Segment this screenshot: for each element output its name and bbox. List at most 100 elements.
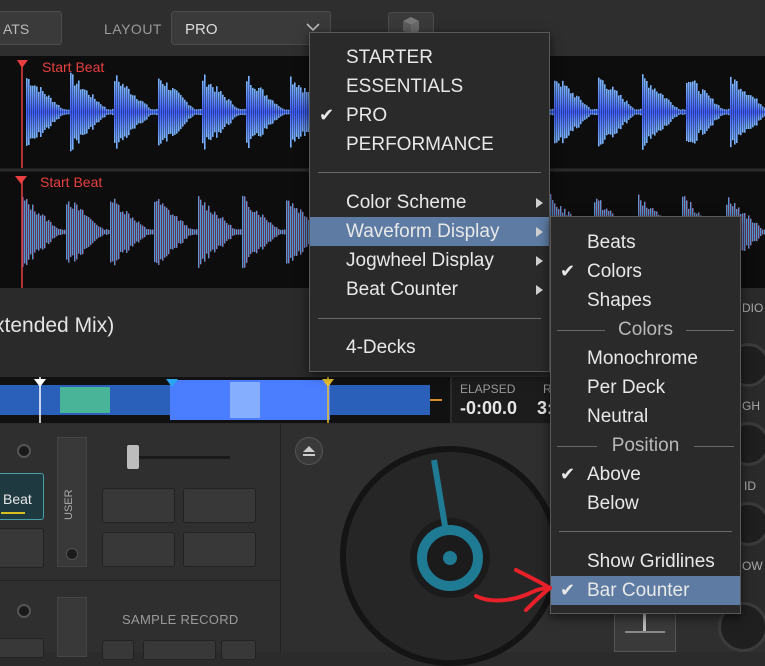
waveform-peak [718,105,720,119]
sample-pad[interactable] [102,532,175,567]
menu-item-essentials[interactable]: ESSENTIALS [310,72,549,101]
waveform-peak [30,85,32,139]
waveform-peak [688,81,690,143]
menu-item-above[interactable]: ✔ Above [551,460,740,489]
waveform-peak [80,209,82,255]
menu-item-colors[interactable]: ✔ Colors [551,257,740,286]
waveform-peak [90,218,92,246]
waveform-peak [236,107,238,117]
beats-button[interactable]: ATS [0,11,62,45]
track-overview[interactable] [0,377,450,423]
waveform-peak [602,80,604,144]
menu-item-below[interactable]: Below [551,489,740,518]
menu-item-starter[interactable]: STARTER [310,43,549,72]
waveform-peak [304,88,306,136]
waveform-peak [70,72,72,152]
slider-handle[interactable] [127,445,139,469]
sample-pad[interactable] [221,640,256,660]
waveform-peak [66,109,68,115]
sampler-tab[interactable] [57,597,87,657]
menu-item-4-decks[interactable]: 4-Decks [310,333,549,362]
start-beat-marker-deck1[interactable]: Start Beat [42,59,104,75]
waveform-peak [278,106,280,118]
led-indicator [17,444,31,458]
waveform-peak [102,106,104,118]
waveform-peak [110,201,112,263]
waveform-peak [138,221,140,243]
waveform-peak [32,85,34,139]
waveform-peak [90,97,92,127]
waveform-peak [700,93,702,131]
waveform-peak [234,228,236,236]
waveform-peak [760,104,762,120]
waveform-peak [600,79,602,145]
waveform-peak [298,85,300,139]
waveform-peak [250,85,252,139]
eject-button[interactable] [295,437,323,465]
waveform-peak [72,208,74,256]
waveform-peak [64,229,66,235]
waveform-peak [154,201,156,263]
menu-item-waveform-display[interactable]: Waveform Display [310,217,549,246]
waveform-peak [282,229,284,235]
menu-item-color-scheme[interactable]: Color Scheme [310,188,549,217]
waveform-peak [242,195,244,269]
sample-pad[interactable] [183,532,256,567]
waveform-peak [30,209,32,255]
checkmark-icon: ✔ [319,105,335,125]
waveform-peak [224,97,226,127]
waveform-peak [554,80,556,144]
menu-item-neutral[interactable]: Neutral [551,402,740,431]
checkmark-icon: ✔ [560,580,576,600]
start-beat-marker-deck2[interactable]: Start Beat [40,174,102,190]
waveform-peak [258,214,260,250]
waveform-peak [222,217,224,247]
menu-item-shapes[interactable]: Shapes [551,286,740,315]
pitch-slider-box[interactable] [614,610,676,652]
sample-pad[interactable] [183,488,256,523]
menu-item-beats[interactable]: Beats [551,228,740,257]
waveform-peak [288,109,290,115]
waveform-peak [162,203,164,261]
waveform-peak [710,98,712,126]
checkmark-icon: ✔ [560,464,576,484]
menu-item-performance[interactable]: PERFORMANCE [310,130,549,159]
menu-item-bar-counter[interactable]: ✔ Bar Counter [551,576,740,605]
menu-item-monochrome[interactable]: Monochrome [551,344,740,373]
waveform-peak [184,225,186,239]
menu-item-beat-counter[interactable]: Beat Counter [310,275,549,304]
waveform-peak [150,108,152,116]
beat-pad[interactable]: Beat [0,473,44,520]
menu-item-pro[interactable]: ✔ PRO [310,101,549,130]
menu-item-jogwheel-display[interactable]: Jogwheel Display [310,246,549,275]
waveform-peak [578,96,580,128]
menu-item-show-gridlines[interactable]: Show Gridlines [551,547,740,576]
waveform-peak [660,93,662,131]
pad-button[interactable] [0,528,44,568]
layout-dropdown[interactable]: PRO [171,11,331,45]
menu-item-per-deck[interactable]: Per Deck [551,373,740,402]
waveform-peak [704,90,706,134]
submenu-arrow-icon [536,227,543,237]
waveform-peak [144,226,146,238]
waveform-peak [566,85,568,139]
waveform-peak [126,211,128,253]
sample-pad[interactable] [143,640,216,660]
waveform-peak [294,208,296,256]
pad-button[interactable] [0,638,44,658]
waveform-peak [302,92,304,132]
sample-pad[interactable] [102,488,175,523]
submenu-arrow-icon [536,256,543,266]
waveform-peak [708,95,710,129]
waveform-peak [286,109,288,115]
waveform-peak [76,83,78,141]
waveform-peak [720,107,722,117]
sample-pad[interactable] [102,640,134,660]
waveform-peak [232,104,234,120]
waveform-peak [306,92,308,132]
waveform-peak [238,108,240,116]
waveform-peak [646,80,648,144]
waveform-peak [746,94,748,130]
waveform-peak [276,104,278,120]
waveform-peak [574,97,576,127]
